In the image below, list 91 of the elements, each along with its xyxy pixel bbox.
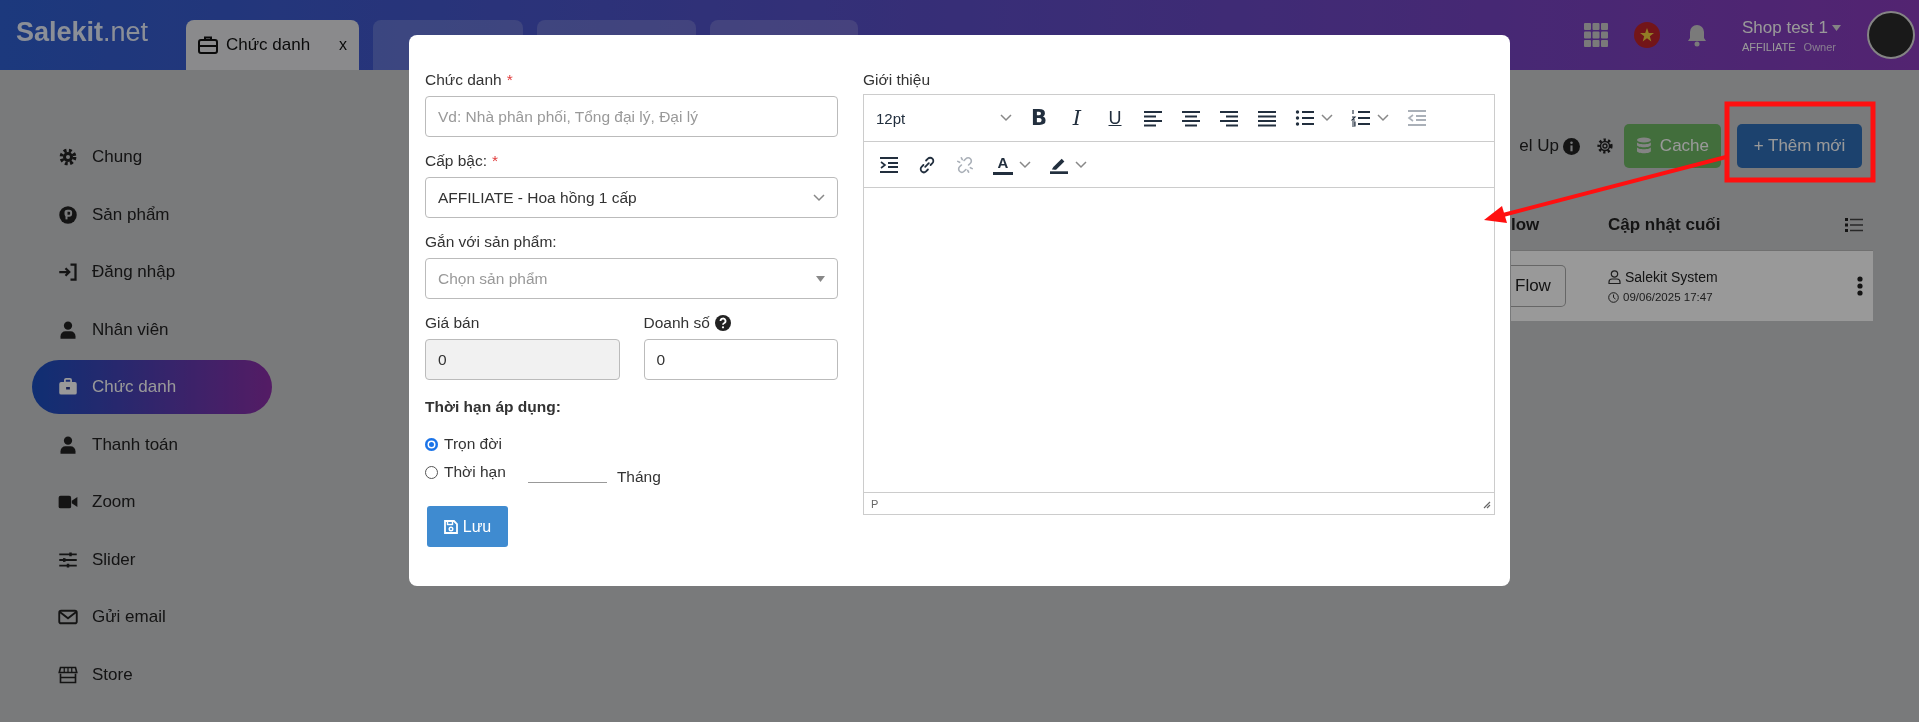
required-mark: * [492,151,499,171]
align-right-icon [1219,109,1239,127]
sidebar-item[interactable]: Thanh toán [32,417,272,472]
sidebar-item[interactable]: Slider [32,532,272,587]
field-label: Gắn với sản phẩm: [425,232,558,252]
sidebar-item[interactable]: Store [32,647,272,702]
text-color-button[interactable]: A [984,147,1040,182]
avatar[interactable] [1867,11,1915,59]
align-left-icon [1143,109,1163,127]
flow-button[interactable]: Flow [1511,265,1566,307]
sidebar-item[interactable]: Chung [32,130,272,184]
logo[interactable]: Salekit.net [0,0,186,70]
field-label: Giá bán [425,313,480,333]
required-mark: * [506,70,513,90]
database-icon [1636,137,1652,155]
chevron-down-icon [813,193,825,202]
tab[interactable]: Chức danh x [186,20,359,70]
add-new-button[interactable]: + Thêm mới [1737,124,1862,168]
updated-at: 09/06/2025 17:47 [1623,291,1713,303]
radio-label[interactable]: Thời hạn [444,463,506,481]
align-center-icon [1181,109,1201,127]
account-position: Owner [1803,40,1836,53]
flag-icon[interactable] [1634,22,1660,48]
briefcase-icon [58,377,78,397]
column-header: low [1511,215,1541,235]
close-tab-button[interactable]: x [339,36,347,54]
caret-icon [816,275,825,282]
element-path: P [871,497,879,510]
radio-button[interactable] [425,465,438,479]
italic-button[interactable]: I [1058,101,1096,135]
sidebar-item[interactable]: Nhân viên [32,302,272,357]
underline-icon: U [1105,107,1125,129]
underline-button[interactable]: U [1096,101,1134,135]
radio-button[interactable] [425,437,438,451]
column-header: Cập nhật cuối [1607,215,1722,235]
section-heading: Thời hạn áp dụng: [425,398,562,416]
envelope-icon [58,607,78,627]
coin-icon [58,204,78,225]
updated-by: Salekit System [1625,269,1718,285]
sign-in-icon [58,262,78,282]
sidebar-item[interactable]: Sản phẩm [32,187,272,242]
bullet-list-icon [1295,109,1315,127]
product-select[interactable]: Chọn sản phẩm [425,258,838,299]
help-icon[interactable] [714,315,731,331]
info-icon [1563,137,1580,155]
store-icon [58,664,78,685]
caret-icon [1832,24,1841,31]
caret-icon [1019,160,1031,169]
italic-icon: I [1067,107,1087,129]
outdent-icon [1407,109,1427,127]
radio-label[interactable]: Trọn đời [444,435,502,453]
user-icon [1608,270,1621,284]
field-label: Giới thiệu [863,70,932,90]
bold-button[interactable]: B [1020,101,1058,135]
caret-icon [1000,114,1012,122]
list-icon[interactable] [1845,218,1863,232]
sidebar-item[interactable]: Gửi email [32,590,272,644]
field-label: Doanh số [643,313,710,333]
caret-icon [1075,160,1087,169]
unit-label: Tháng [616,468,661,486]
justify-icon [1257,109,1277,127]
settings-icon[interactable] [1596,137,1614,155]
level-select[interactable]: AFFILIATE - Hoa hồng 1 cấp [425,177,838,218]
clock-icon [1608,291,1619,303]
unlink-icon [955,155,975,174]
bell-icon[interactable] [1686,23,1708,47]
briefcase-icon [198,36,218,54]
sidebar-item[interactable]: Zoom [32,475,272,529]
tab-label: Chức danh [226,35,311,55]
level-up-label: el Up [1519,136,1559,156]
account-role: AFFILIATE [1742,40,1796,53]
field-label: Chức danh [425,70,502,90]
title-input[interactable]: Vd: Nhà phân phối, Tổng đại lý, Đại lý [425,96,838,137]
caret-icon [1321,114,1333,122]
sales-input[interactable]: 0 [643,339,838,380]
user-icon [58,319,78,340]
account-name[interactable]: Shop test 1 [1742,17,1828,38]
user-icon [58,434,78,455]
link-icon [917,155,937,174]
caret-icon [1377,114,1389,122]
indent-icon [879,155,899,174]
font-size-select[interactable]: 12pt [870,101,1020,135]
bold-icon: B [1029,107,1049,129]
save-button[interactable]: Lưu [427,506,508,547]
numbered-list-icon [1351,109,1371,127]
sidebar-item[interactable]: Chức danh [32,360,272,414]
gear-icon [58,147,78,167]
sidebar-item[interactable]: Đăng nhập [32,245,272,299]
more-icon[interactable] [1857,276,1863,296]
field-label: Cấp bậc: [425,151,488,171]
apps-grid-icon[interactable] [1584,23,1608,47]
